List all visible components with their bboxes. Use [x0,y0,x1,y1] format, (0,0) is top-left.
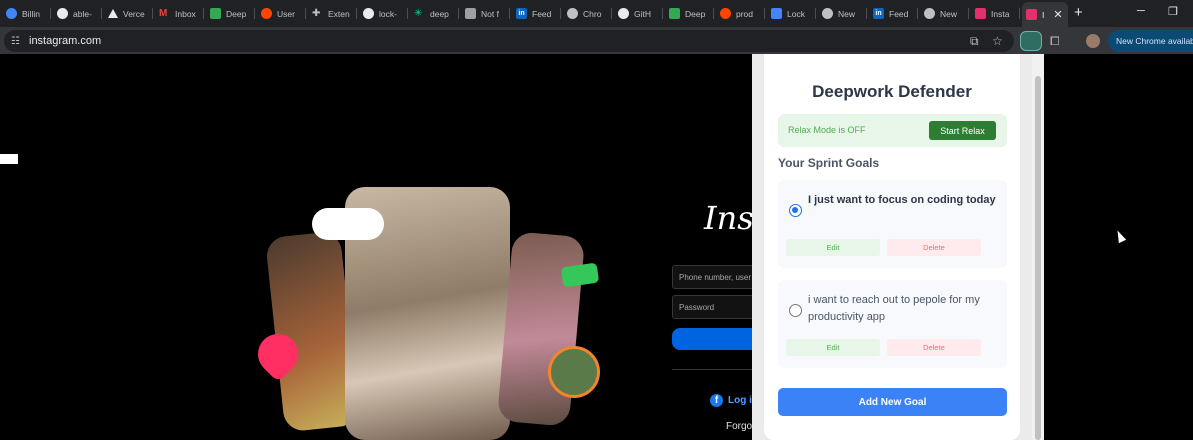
tab-new-2[interactable]: New [920,4,969,23]
github-icon [363,8,374,19]
tab-chrome[interactable]: Chro [563,4,612,23]
page-icon [465,8,476,19]
tab-reddit-prod[interactable]: prod [716,4,765,23]
reaction-bubble [312,208,384,240]
reddit-icon [720,8,731,19]
or-divider [672,369,752,370]
green-sticker [560,262,600,288]
deepwork-icon [669,8,680,19]
popup-title: Deepwork Defender [812,82,972,101]
globe-icon [6,8,17,19]
tab-not-found[interactable]: Not f [461,4,510,23]
github-icon [618,8,629,19]
tab-reddit-user[interactable]: User [257,4,306,23]
tab-instagram-active[interactable]: I ✕ [1022,2,1068,27]
github-icon [57,8,68,19]
tab-github-lock[interactable]: lock- [359,4,408,23]
restore-icon[interactable]: ❐ [1168,5,1178,18]
facebook-login-link[interactable]: f Log i [710,394,752,407]
linkedin-icon: in [873,8,884,19]
goals-heading: Your Sprint Goals [778,156,880,170]
minimize-icon[interactable]: ─ [1137,5,1145,17]
chrome-icon [924,8,935,19]
deepwork-icon [210,8,221,19]
popup-scrollbar-thumb[interactable] [1035,76,1041,440]
phone-username-input[interactable]: Phone number, user [672,265,762,289]
tab-linkedin-feed-1[interactable]: in Feed [512,4,561,23]
start-relax-button[interactable]: Start Relax [929,121,996,140]
tab-strip: Billin able- Verce M Inbox Deep User ✚ Ext… [0,0,1193,27]
url-text[interactable]: instagram.com [29,35,101,47]
mouse-cursor [1113,228,1127,244]
goal-text: I just want to focus on coding today [808,194,996,206]
gmail-icon: M [159,8,168,19]
tab-instagram-1[interactable]: Insta [971,4,1020,23]
login-button[interactable] [672,328,762,350]
forgot-password-link[interactable]: Forgo [726,421,752,432]
page-artifact [0,154,18,164]
tab-vercel[interactable]: Verce [104,4,153,23]
chrome-icon [822,8,833,19]
goal-radio[interactable] [789,304,802,317]
close-tab-icon[interactable]: ✕ [1053,8,1062,21]
tab-gmail-inbox[interactable]: M Inbox [155,4,204,23]
docs-icon [771,8,782,19]
bookmark-star-icon[interactable]: ☆ [992,34,1003,48]
new-tab-button[interactable]: + [1074,4,1083,21]
tab-github-able[interactable]: able- [53,4,102,23]
instagram-icon [1026,9,1037,20]
chrome-update-button[interactable]: New Chrome available [1108,30,1193,52]
puzzle-icon: ✚ [312,8,321,19]
delete-goal-button[interactable]: Delete [887,339,981,356]
edit-goal-button[interactable]: Edit [786,339,880,356]
tab-new-1[interactable]: New [818,4,867,23]
deepwork-extension-icon[interactable] [1020,31,1042,51]
install-app-icon[interactable]: ⧉ [970,34,979,49]
tab-linkedin-feed-2[interactable]: in Feed [869,4,918,23]
linkedin-icon: in [516,8,527,19]
delete-goal-button[interactable]: Delete [887,239,981,256]
address-bar[interactable] [4,30,1014,52]
reddit-icon [261,8,272,19]
add-new-goal-button[interactable]: Add New Goal [778,388,1007,416]
tab-docs-lock[interactable]: Lock [767,4,816,23]
tab-deep-1[interactable]: Deep [206,4,255,23]
chrome-icon [567,8,578,19]
goal-text: i want to reach out to pepole for my pro… [808,294,980,323]
tab-extensions[interactable]: ✚ Exten [308,4,357,23]
vercel-icon [108,9,118,18]
tab-billing[interactable]: Billin [2,4,51,23]
edit-goal-button[interactable]: Edit [786,239,880,256]
password-input[interactable]: Password [672,295,762,319]
site-settings-icon[interactable]: ☷ [11,36,20,47]
profile-avatar[interactable] [1086,34,1100,48]
extensions-puzzle-icon[interactable]: ⧠ [1050,34,1060,49]
goal-radio[interactable] [789,204,802,217]
facebook-icon: f [710,394,723,407]
tab-deep-2[interactable]: Deep [665,4,714,23]
perplexity-icon: ✳ [414,8,423,19]
instagram-icon [975,8,986,19]
tab-github[interactable]: GitH [614,4,663,23]
relax-status: Relax Mode is OFF [788,125,866,135]
story-ring [548,346,600,398]
tab-perplexity-deep[interactable]: ✳ deep [410,4,459,23]
